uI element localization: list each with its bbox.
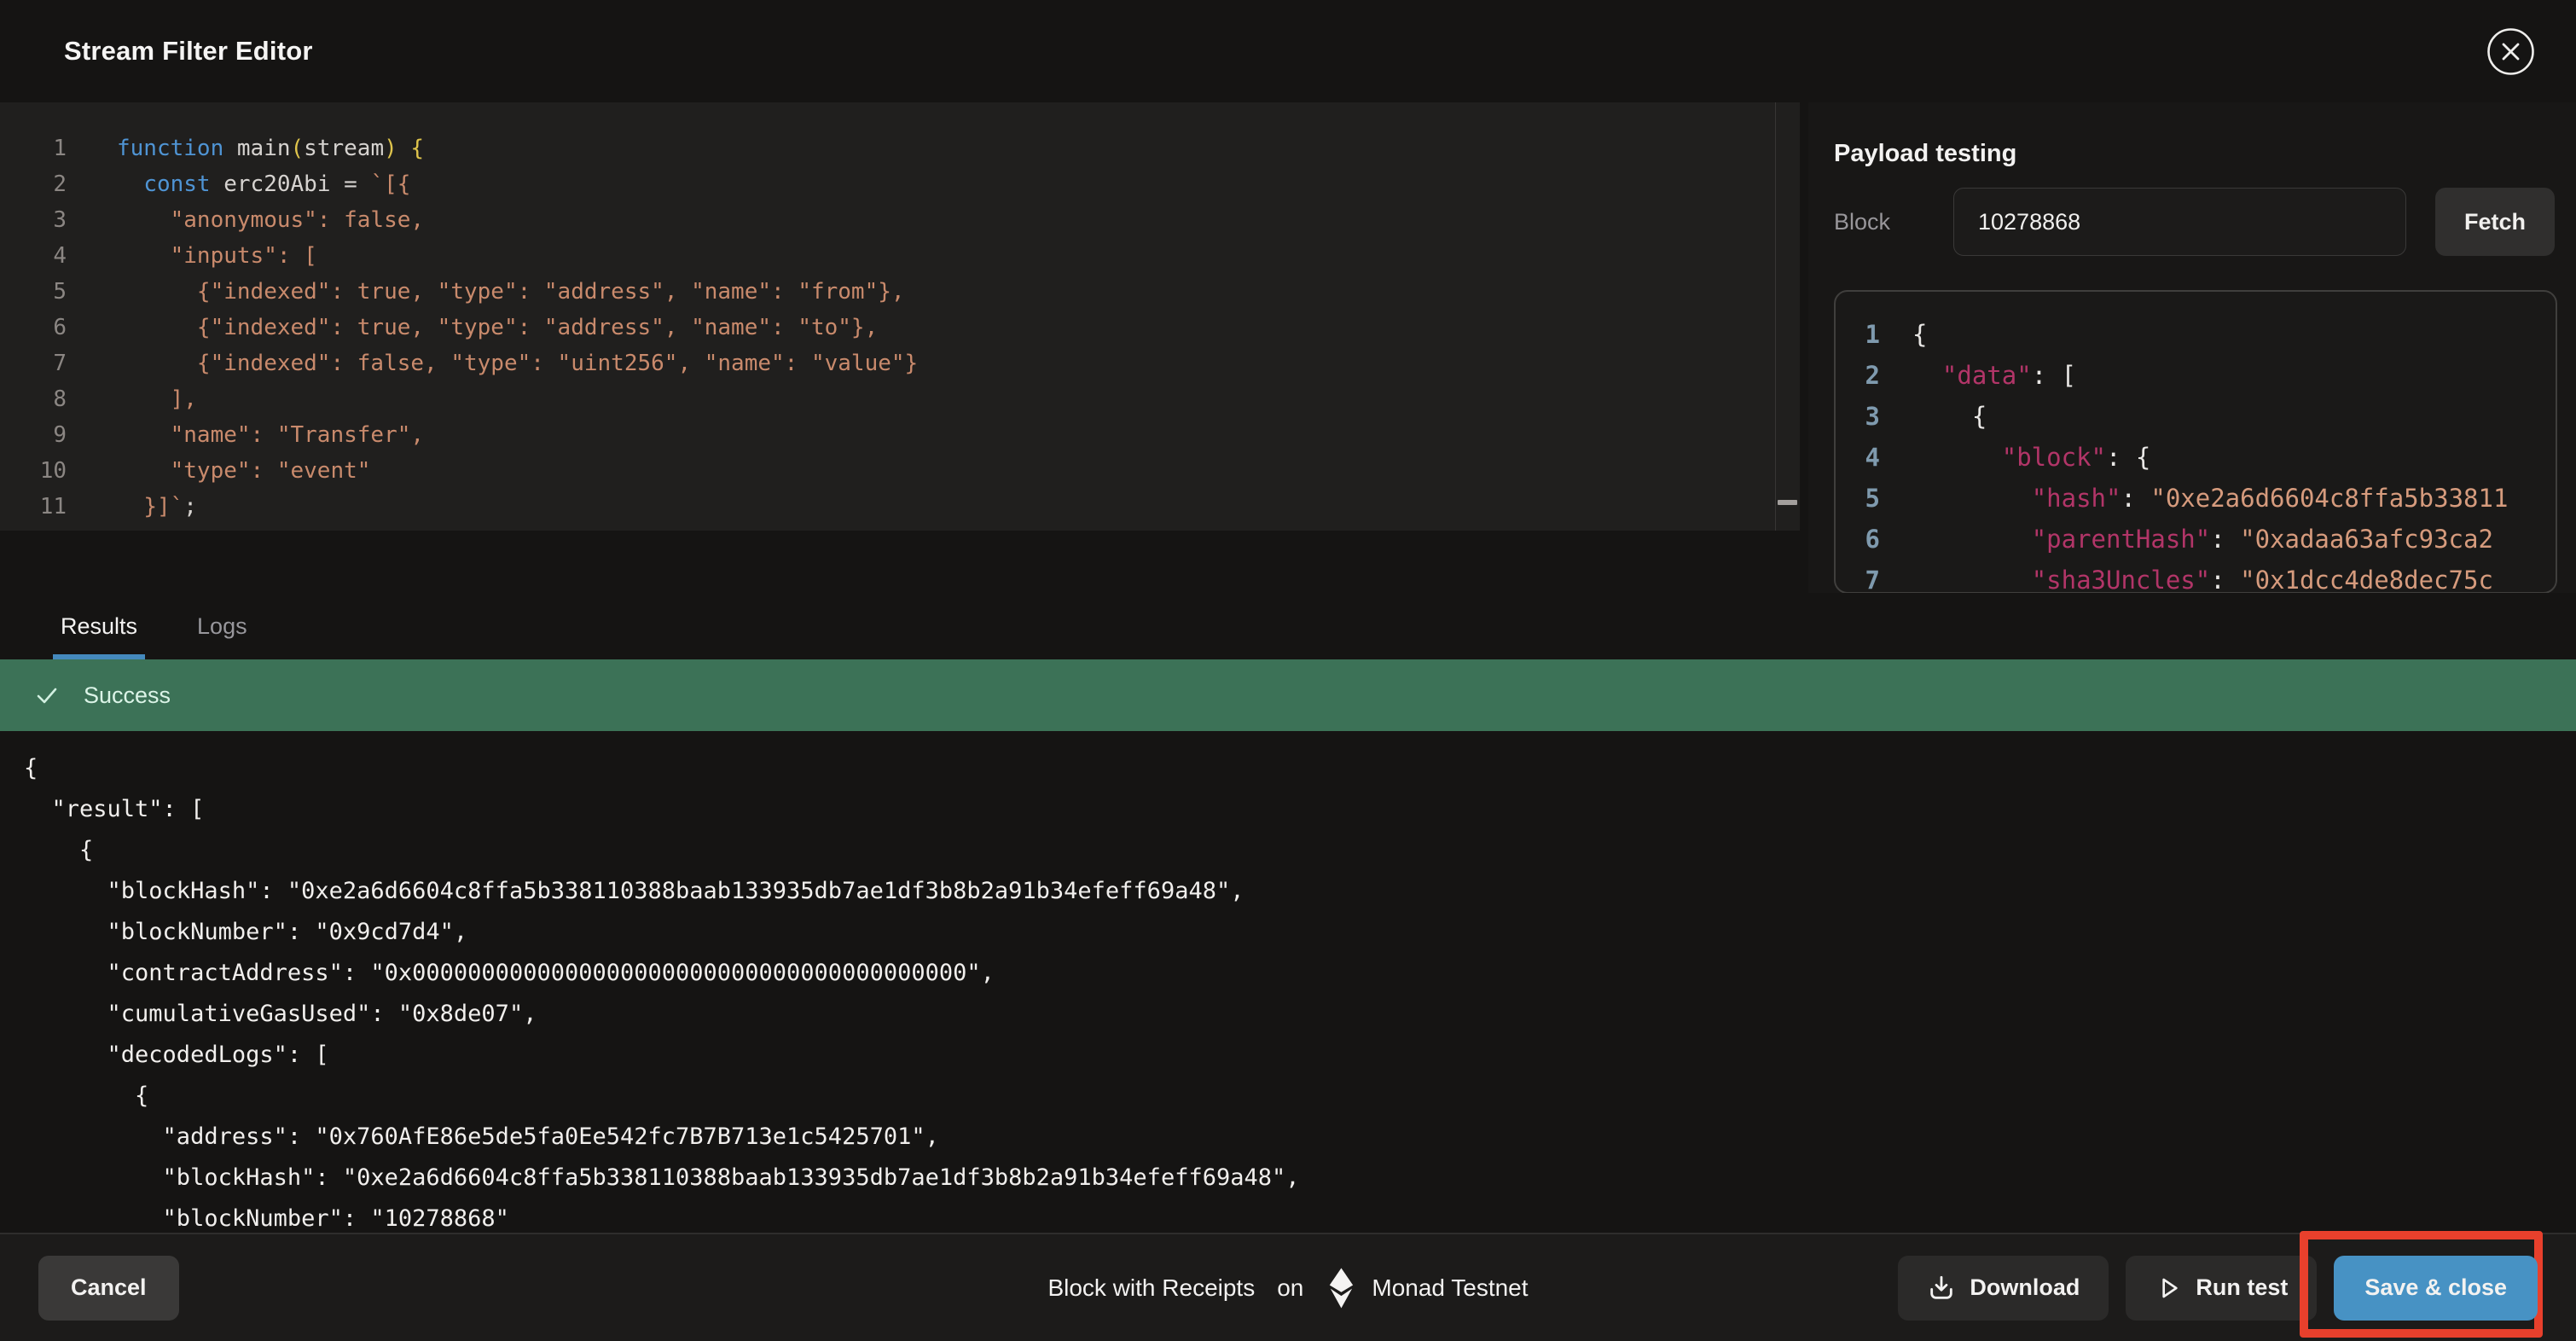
results-output[interactable]: { "result": [ { "blockHash": "0xe2a6d660… <box>0 731 2576 1233</box>
code-line: 10 "type": "event" <box>0 453 1800 489</box>
code-line: 4 "inputs": [ <box>0 238 1800 274</box>
close-button[interactable] <box>2486 27 2535 76</box>
code-line: 6 {"indexed": true, "type": "address", "… <box>0 310 1800 345</box>
code-line: 7 {"indexed": false, "type": "uint256", … <box>0 345 1800 381</box>
payload-testing-panel: Payload testing Block Fetch 1{2 "data": … <box>1808 102 2576 593</box>
code-editor[interactable]: 1function main(stream) {2 const erc20Abi… <box>0 102 1800 531</box>
on-label: on <box>1277 1274 1303 1302</box>
code-line: 5 {"indexed": true, "type": "address", "… <box>0 274 1800 310</box>
footer-actions: Download Run test Save & close <box>1898 1256 2538 1321</box>
run-test-button[interactable]: Run test <box>2126 1256 2317 1321</box>
editor-scrollbar-handle[interactable] <box>1778 500 1797 505</box>
results-logs-tabs: Results Logs <box>0 593 2576 659</box>
code-line: 3 { <box>1836 396 2556 437</box>
code-line: 2 "data": [ <box>1836 355 2556 396</box>
cancel-button[interactable]: Cancel <box>38 1256 179 1321</box>
code-line: 11 }]`; <box>0 489 1800 525</box>
checkmark-icon <box>34 682 60 708</box>
code-line: 8 ], <box>0 381 1800 417</box>
fetch-button[interactable]: Fetch <box>2435 188 2555 256</box>
block-row: Block Fetch <box>1834 188 2555 256</box>
close-icon <box>2486 27 2535 76</box>
download-button[interactable]: Download <box>1898 1256 2109 1321</box>
main-split: 1function main(stream) {2 const erc20Abi… <box>0 102 2576 593</box>
code-line: 1{ <box>1836 314 2556 355</box>
payload-preview[interactable]: 1{2 "data": [3 {4 "block": {5 "hash": "0… <box>1834 290 2557 593</box>
stream-filter-editor-modal: Stream Filter Editor 1function main(stre… <box>0 0 2576 1341</box>
code-line: 3 "anonymous": false, <box>0 202 1800 238</box>
code-line: 6 "parentHash": "0xadaa63afc93ca2 <box>1836 519 2556 560</box>
page-title: Stream Filter Editor <box>64 36 313 67</box>
code-line: 5 "hash": "0xe2a6d6604c8ffa5b33811 <box>1836 478 2556 519</box>
save-close-button[interactable]: Save & close <box>2334 1256 2538 1321</box>
footer-bar: Cancel Block with Receipts on Monad Test… <box>0 1233 2576 1341</box>
code-line: 1function main(stream) { <box>0 131 1800 166</box>
block-label: Block <box>1834 209 1953 235</box>
editor-scrollbar-track <box>1775 102 1776 531</box>
status-text: Success <box>84 682 171 709</box>
save-button-wrap: Save & close <box>2334 1256 2538 1321</box>
results-json: { "result": [ { "blockHash": "0xe2a6d660… <box>0 731 2576 1233</box>
code-line: 9 "name": "Transfer", <box>0 417 1800 453</box>
stream-context: Block with Receipts on Monad Testnet <box>1047 1267 1528 1309</box>
payload-testing-heading: Payload testing <box>1834 140 2576 168</box>
code-lines: 1function main(stream) {2 const erc20Abi… <box>0 102 1800 525</box>
run-test-label: Run test <box>2196 1274 2288 1301</box>
block-number-input[interactable] <box>1953 188 2406 256</box>
code-line: 2 const erc20Abi = `[{ <box>0 166 1800 202</box>
payload-preview-lines: 1{2 "data": [3 {4 "block": {5 "hash": "0… <box>1836 292 2556 593</box>
tab-logs[interactable]: Logs <box>189 593 255 659</box>
code-line: 7 "sha3Uncles": "0x1dcc4de8dec75c <box>1836 560 2556 593</box>
download-label: Download <box>1970 1274 2080 1301</box>
ethereum-icon <box>1326 1267 1356 1309</box>
tab-results[interactable]: Results <box>53 593 145 659</box>
modal-header: Stream Filter Editor <box>0 0 2576 102</box>
code-line: 4 "block": { <box>1836 437 2556 478</box>
play-icon <box>2155 1274 2182 1302</box>
download-icon <box>1927 1274 1956 1303</box>
stream-name: Block with Receipts <box>1047 1274 1255 1302</box>
network-name: Monad Testnet <box>1372 1274 1528 1302</box>
status-banner: Success <box>0 659 2576 731</box>
